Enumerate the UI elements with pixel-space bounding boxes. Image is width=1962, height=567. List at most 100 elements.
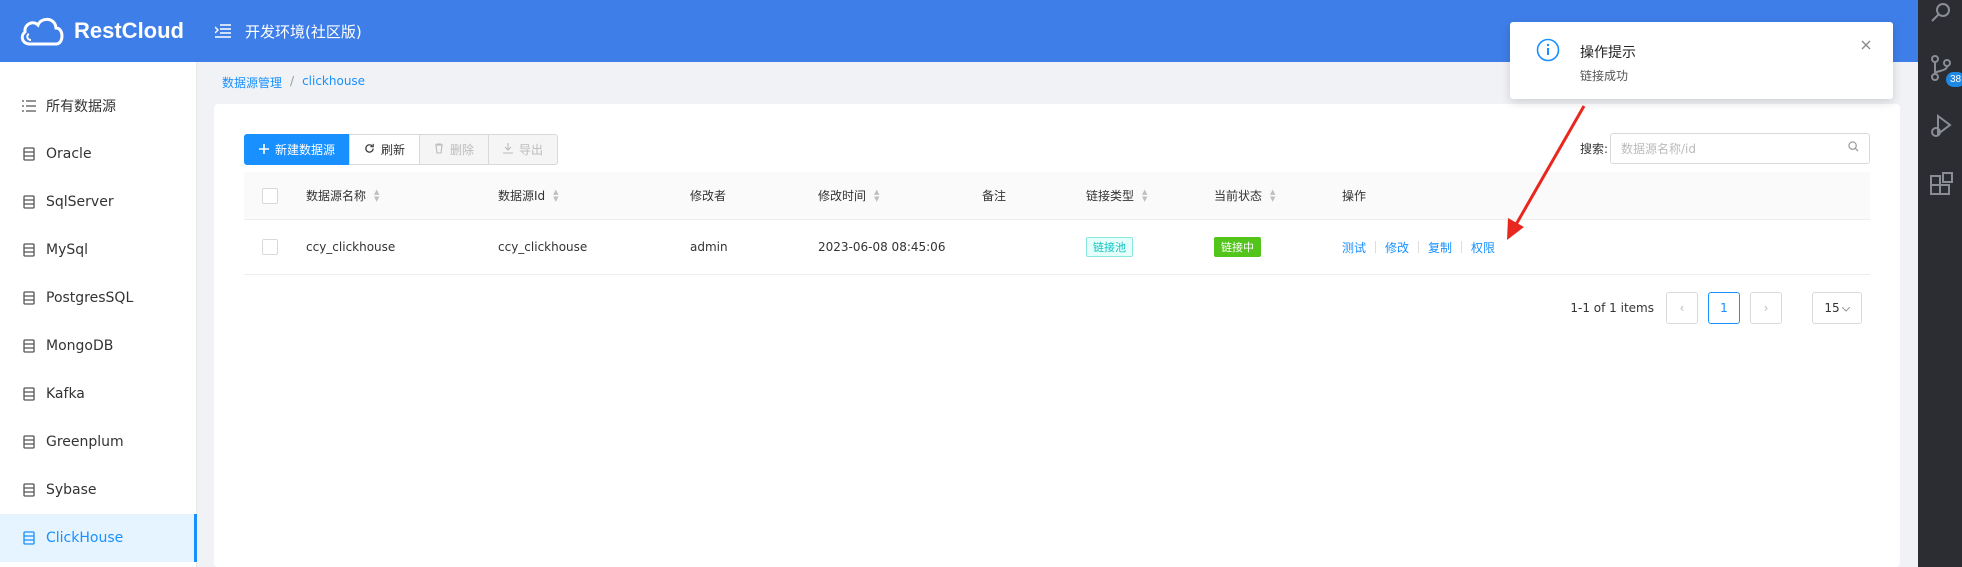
sidebar-item-sybase[interactable]: Sybase [0,466,196,514]
sidebar-item-kafka[interactable]: Kafka [0,370,196,418]
test-link[interactable]: 测试 [1342,239,1366,256]
database-icon [22,531,36,545]
sidebar-item-label: PostgresSQL [46,290,134,306]
info-icon [1536,38,1560,66]
column-header-status[interactable]: 当前状态 ▲ ▼ [1214,172,1275,219]
prev-page-button[interactable]: ‹ [1666,292,1698,324]
table-row: ccy_clickhouse ccy_clickhouse admin 2023… [244,220,1870,275]
cell-conn-type: 链接池 [1086,220,1133,274]
plus-icon [259,143,269,157]
row-actions: 测试 修改 复制 权限 [1342,239,1495,256]
select-all-checkbox[interactable] [262,187,278,204]
sidebar-item-label: ClickHouse [46,530,124,546]
delete-label: 删除 [450,143,475,157]
select-all-checkbox-cell [262,172,278,219]
action-divider [1375,241,1377,253]
action-divider [1418,241,1420,253]
search-icon[interactable] [1930,2,1952,28]
page-1-button[interactable]: 1 [1708,292,1740,324]
search-icon[interactable] [1848,141,1859,156]
cell-status: 链接中 [1214,220,1261,274]
sidebar-item-clickhouse[interactable]: ClickHouse [0,514,197,562]
sidebar-item-label: Kafka [46,386,85,402]
edit-link[interactable]: 修改 [1385,239,1409,256]
sidebar-item-postgressql[interactable]: PostgresSQL [0,274,196,322]
pagination-total: 1-1 of 1 items [1570,301,1654,315]
ide-activity-bar: 38 [1918,0,1962,567]
column-header-label: 备注 [982,189,1007,203]
sort-icon[interactable]: ▲ ▼ [1142,188,1147,203]
sort-icon[interactable]: ▲ ▼ [1270,188,1275,203]
cell-name: ccy_clickhouse [306,240,396,254]
new-datasource-button[interactable]: 新建数据源 [244,134,351,165]
export-label: 导出 [519,143,544,157]
search-input[interactable] [1621,141,1848,156]
main-card: 新建数据源 刷新 删除 导出 搜索: 数据源名称 ▲▼ 数据源Id ▲▼ 修改者 修… [214,104,1900,567]
notification-toast: 操作提示 链接成功 [1510,22,1893,99]
sidebar-item-mysql[interactable]: MySql [0,226,196,274]
sidebar-item-label: Oracle [46,146,92,162]
run-debug-icon[interactable] [1930,112,1952,142]
status-badge: 链接中 [1214,237,1261,257]
sidebar-item-label: Greenplum [46,434,124,450]
refresh-button[interactable]: 刷新 [349,134,421,165]
close-icon[interactable] [1861,38,1871,54]
sidebar-item-sqlserver[interactable]: SqlServer [0,178,196,226]
cell-ops: 测试 修改 复制 权限 [1342,220,1495,274]
delete-button[interactable]: 删除 [419,134,490,165]
sidebar-item-oracle[interactable]: Oracle [0,130,196,178]
menu-fold-icon[interactable] [215,24,231,38]
column-header-conn-type[interactable]: 链接类型 ▲ ▼ [1086,172,1147,219]
sidebar-item-all[interactable]: 所有数据源 [0,82,196,130]
database-icon [22,435,36,449]
table-header: 数据源名称 ▲ ▼ 数据源Id ▲ ▼ 修改者 修改时间 ▲ ▼ 备注 链接类型 ▲ ▼ 当前状… [244,172,1870,220]
refresh-label: 刷新 [381,143,406,157]
column-header-modified[interactable]: 修改时间 ▲ ▼ [818,172,879,219]
datasource-table: 数据源名称 ▲ ▼ 数据源Id ▲ ▼ 修改者 修改时间 ▲ ▼ 备注 链接类型 ▲ ▼ 当前状… [244,172,1870,275]
page-size-select[interactable]: 15 [1812,292,1862,324]
next-page-button[interactable]: › [1750,292,1782,324]
sort-icon[interactable]: ▲ ▼ [374,188,379,203]
conn-type-tag: 链接池 [1086,237,1133,257]
refresh-icon [364,143,375,157]
database-icon [22,147,36,161]
column-header-label: 链接类型 [1086,189,1135,203]
logo[interactable]: RestCloud [0,14,197,48]
sidebar-item-label: 所有数据源 [46,99,116,115]
column-header-id[interactable]: 数据源Id ▲ ▼ [498,172,559,219]
database-icon [22,243,36,257]
database-icon [22,387,36,401]
chevron-down-icon [1841,301,1850,315]
search-area: 搜索: [1580,133,1870,164]
cloud-logo-icon [20,17,64,46]
copy-link[interactable]: 复制 [1428,239,1452,256]
sidebar-item-mongodb[interactable]: MongoDB [0,322,196,370]
column-header-name[interactable]: 数据源名称 ▲ ▼ [306,172,379,219]
sort-icon[interactable]: ▲ ▼ [553,188,558,203]
logo-text: RestCloud [74,18,184,43]
toast-message: 链接成功 [1580,69,1629,83]
breadcrumb-current: clickhouse [302,74,366,88]
trash-icon [434,142,444,157]
new-datasource-label: 新建数据源 [275,143,336,157]
column-header-label: 操作 [1342,189,1367,203]
column-header-label: 修改者 [690,189,727,203]
column-header-remark: 备注 [982,172,1006,219]
extensions-icon[interactable] [1930,172,1954,202]
sidebar-item-label: Sybase [46,482,97,498]
sidebar-item-greenplum[interactable]: Greenplum [0,418,196,466]
export-button[interactable]: 导出 [488,134,559,165]
toolbar: 新建数据源 刷新 删除 导出 [244,134,559,165]
list-icon [22,99,36,113]
permission-link[interactable]: 权限 [1471,239,1495,256]
breadcrumb-root[interactable]: 数据源管理 [222,74,282,91]
breadcrumb: 数据源管理 / clickhouse [222,74,365,91]
column-header-ops: 操作 [1342,172,1366,219]
column-header-label: 当前状态 [1214,189,1263,203]
sort-icon[interactable]: ▲ ▼ [874,188,879,203]
chevron-right-icon: › [1763,301,1769,315]
cell-id: ccy_clickhouse [498,240,588,254]
column-header-label: 数据源Id [498,189,546,203]
environment-title[interactable]: 开发环境(社区版) [245,21,362,42]
row-checkbox[interactable] [262,239,278,255]
